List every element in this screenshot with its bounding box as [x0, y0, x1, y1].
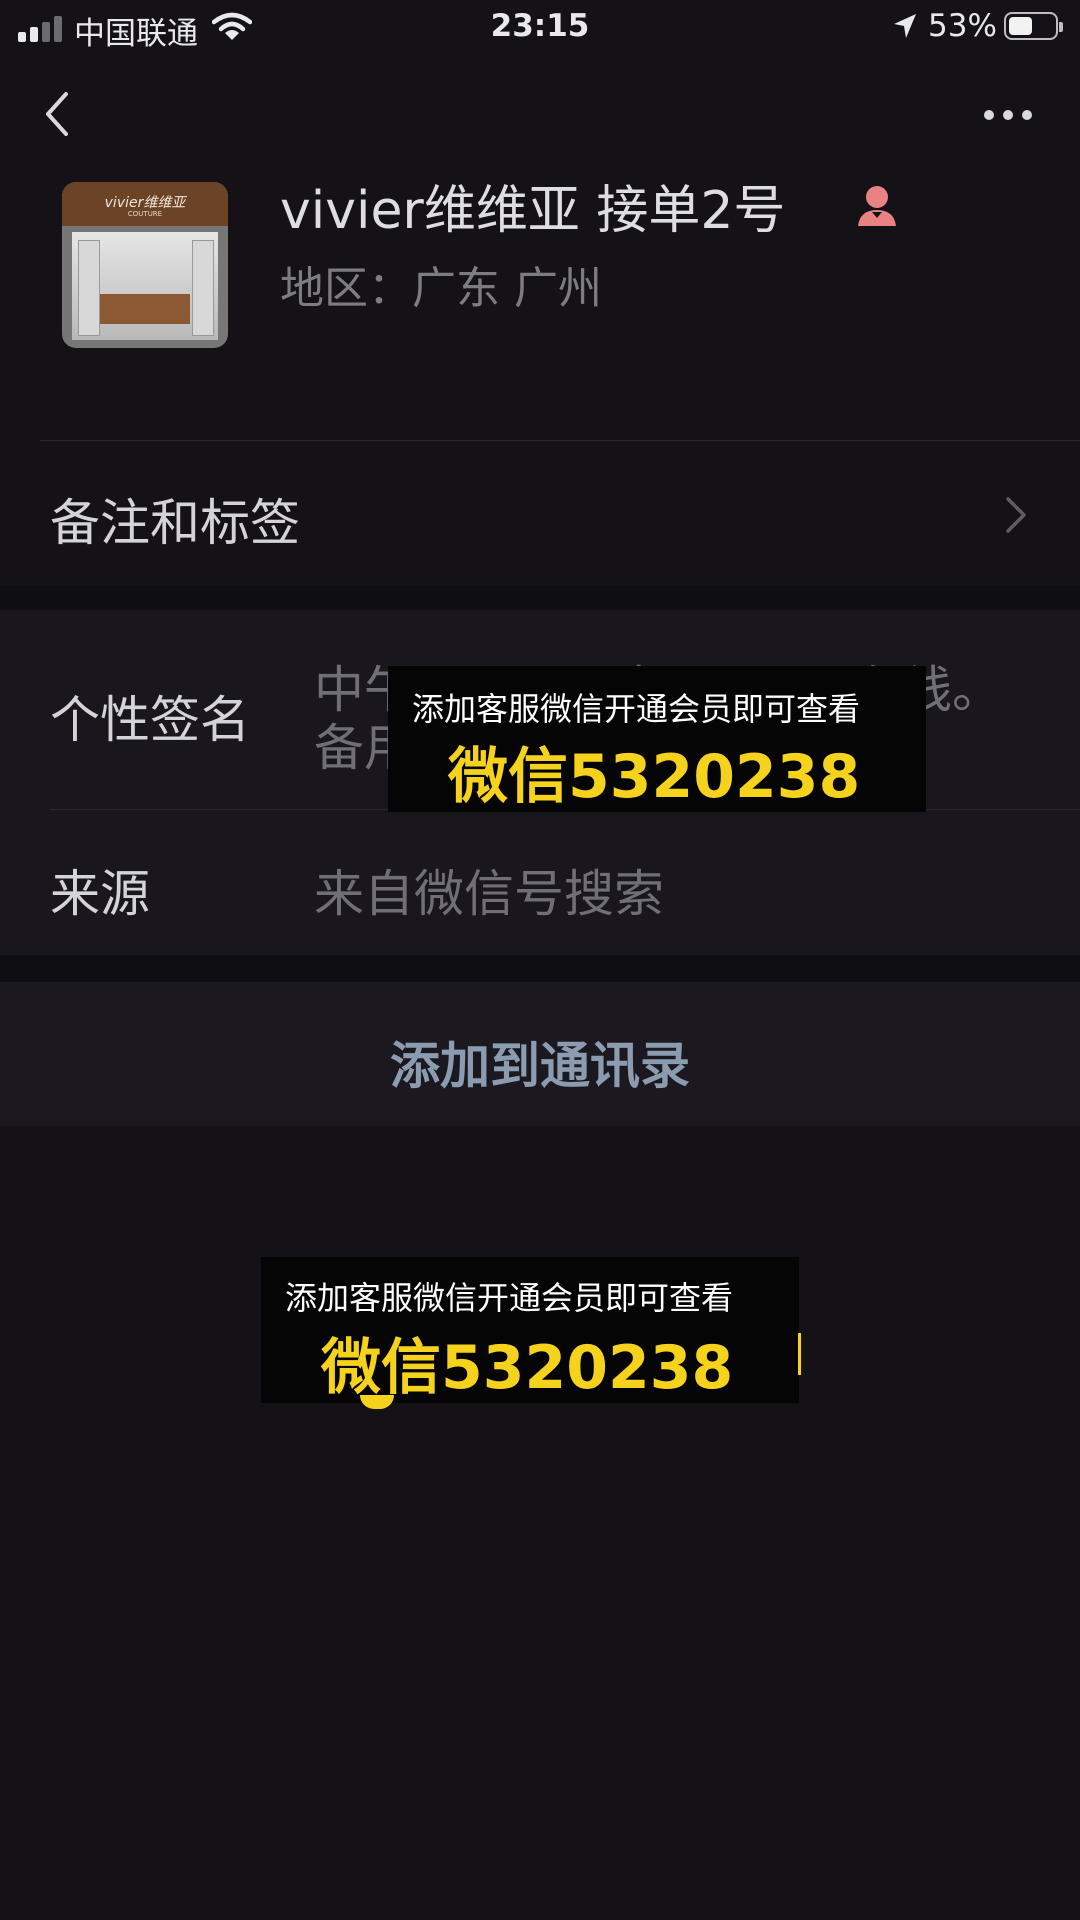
- contact-name: vivier维维亚 接单2号: [280, 181, 786, 241]
- status-bar: 中国联通 23:15 53%: [0, 0, 1080, 56]
- partial-icon: [360, 1395, 394, 1409]
- overlay-caption: 添加客服微信开通会员即可查看: [285, 1279, 734, 1317]
- signature-label: 个性签名: [50, 691, 250, 749]
- section-gap: [0, 586, 1080, 610]
- source-value: 来自微信号搜索: [314, 865, 664, 923]
- remarks-and-tags-row[interactable]: 备注和标签: [0, 441, 1080, 586]
- text-cursor: [798, 1333, 801, 1375]
- female-icon: [858, 186, 896, 226]
- overlay-wechat-id: 微信5320238: [321, 1333, 734, 1403]
- add-to-contacts-label: 添加到通讯录: [390, 1037, 690, 1095]
- chevron-right-icon: [1006, 497, 1026, 533]
- watermark-overlay: 添加客服微信开通会员即可查看 微信5320238: [388, 666, 926, 812]
- overlay-wechat-id: 微信5320238: [448, 742, 861, 812]
- location-arrow-icon: [894, 14, 916, 38]
- watermark-overlay: 添加客服微信开通会员即可查看 微信5320238: [261, 1257, 801, 1403]
- overlay-caption: 添加客服微信开通会员即可查看: [412, 690, 861, 728]
- battery-icon: [1004, 12, 1063, 40]
- section-gap: [0, 955, 1080, 982]
- more-options-button[interactable]: [980, 104, 1036, 124]
- navigation-bar: [0, 56, 1080, 166]
- source-label: 来源: [50, 865, 150, 923]
- region-text: 地区：广东 广州: [280, 263, 602, 314]
- clock: 23:15: [490, 8, 590, 44]
- avatar-logo-text: vivier维维亚: [104, 195, 186, 211]
- avatar[interactable]: vivier维维亚 COUTURE: [62, 182, 228, 348]
- avatar-sub-text: COUTURE: [127, 210, 163, 218]
- battery-percent: 53%: [928, 8, 997, 44]
- add-to-contacts-button[interactable]: 添加到通讯录: [0, 982, 1080, 1126]
- remarks-label: 备注和标签: [50, 494, 300, 552]
- back-button[interactable]: [36, 86, 84, 142]
